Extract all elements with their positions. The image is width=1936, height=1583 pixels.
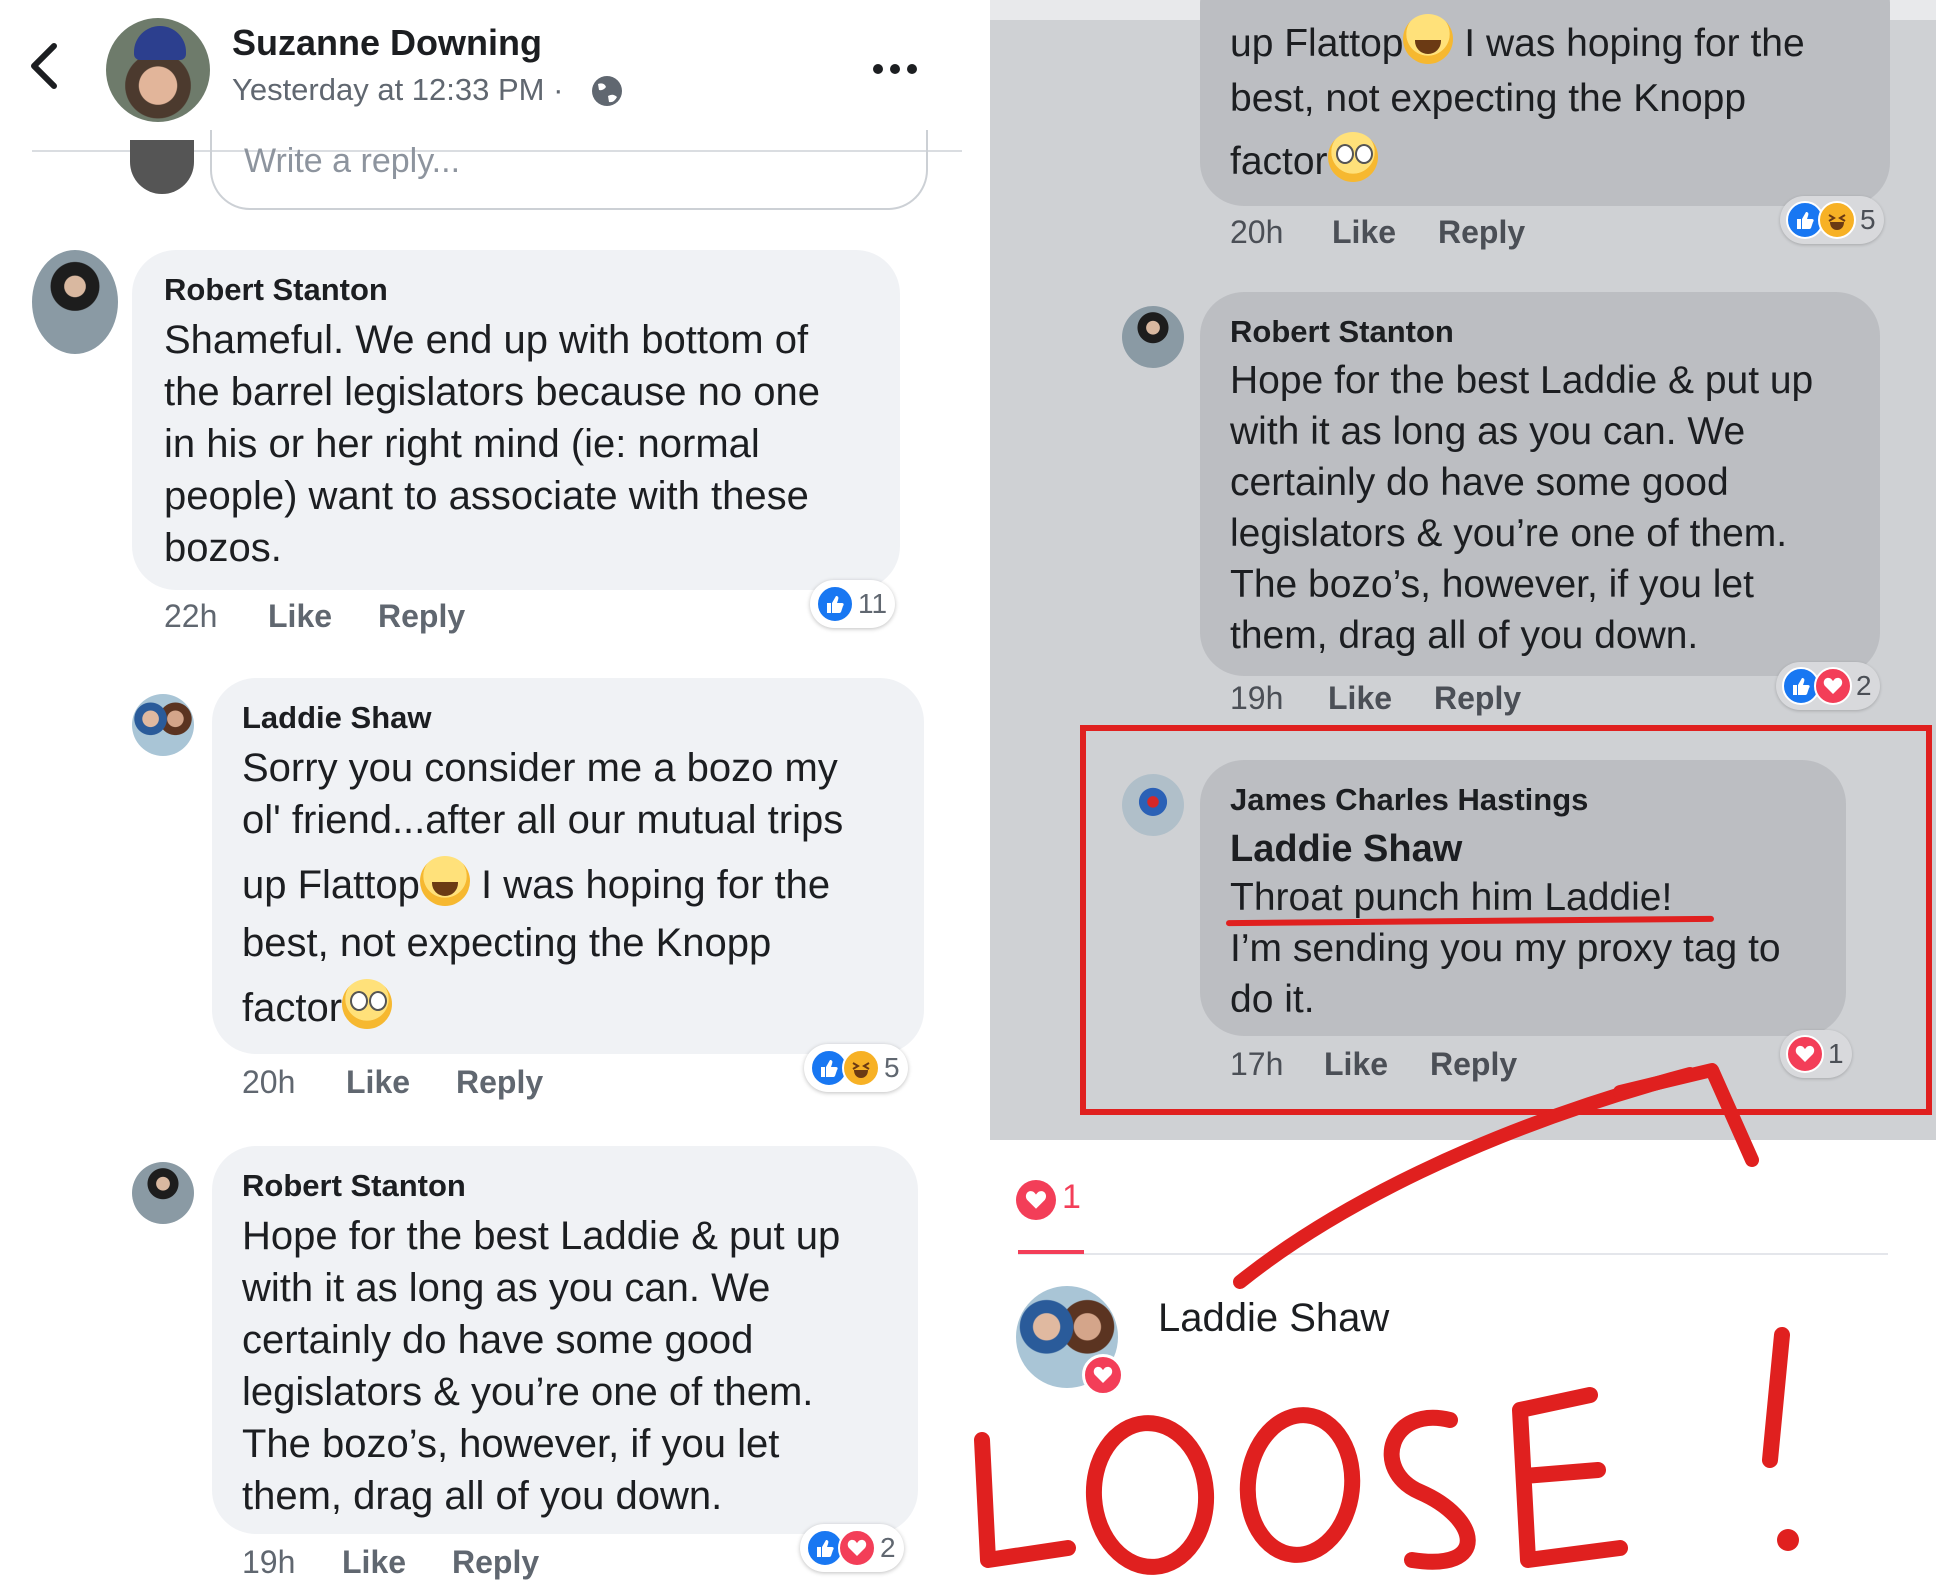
comment-time: 20h xyxy=(242,1064,296,1100)
reaction-count: 2 xyxy=(1856,670,1872,701)
comment-time: 20h xyxy=(1230,214,1284,250)
tab-divider xyxy=(1018,1253,1888,1255)
reaction-count: 5 xyxy=(884,1052,900,1083)
comment-line: legislators & you’re one of them. xyxy=(242,1370,814,1414)
reply-link[interactable]: Reply xyxy=(1434,680,1521,717)
comment-line: legislators & you’re one of them. xyxy=(1230,512,1788,555)
reply-link[interactable]: Reply xyxy=(452,1544,539,1581)
comment-line: bozos. xyxy=(164,526,282,570)
active-tab-indicator xyxy=(1018,1250,1084,1254)
reactor-name[interactable]: Laddie Shaw xyxy=(1158,1296,1389,1341)
comment-line: them, drag all of you down. xyxy=(1230,614,1699,657)
laughing-emoji-icon xyxy=(842,1049,880,1087)
like-link[interactable]: Like xyxy=(346,1064,410,1101)
reply-link[interactable]: Reply xyxy=(1438,214,1525,251)
comment-line: best, not expecting the Knopp xyxy=(1230,77,1747,120)
comment-author[interactable]: Laddie Shaw xyxy=(242,700,431,736)
reply-link[interactable]: Reply xyxy=(456,1064,543,1101)
comment-line: I was hoping for the xyxy=(1453,22,1805,65)
post-author-name[interactable]: Suzanne Downing xyxy=(232,22,542,64)
heart-icon xyxy=(1082,1354,1124,1396)
comment-author[interactable]: Robert Stanton xyxy=(242,1168,466,1204)
reaction-summary[interactable]: 11 xyxy=(810,580,896,628)
more-icon[interactable] xyxy=(870,54,920,84)
comment-line: best, not expecting the Knopp xyxy=(242,921,772,965)
robert-avatar[interactable] xyxy=(1122,306,1184,368)
reaction-summary[interactable]: 5 xyxy=(1780,196,1884,244)
comment-line: I was hoping for the xyxy=(469,863,831,907)
comment-text: Sorry you consider me a bozo my ol' frie… xyxy=(242,742,843,1034)
comment-line: Hope for the best Laddie & put up xyxy=(242,1214,841,1258)
comment-line: up Flattop xyxy=(1230,22,1404,65)
reaction-summary[interactable]: 2 xyxy=(1776,662,1880,710)
heart-icon xyxy=(1814,667,1852,705)
comment-time: 19h xyxy=(1230,680,1284,716)
reaction-summary[interactable]: 5 xyxy=(804,1044,908,1092)
laughing-emoji-icon xyxy=(1403,14,1454,64)
love-tab-count[interactable]: 1 xyxy=(1062,1178,1081,1217)
heart-icon[interactable] xyxy=(1016,1180,1056,1220)
laddie-avatar[interactable] xyxy=(132,694,194,756)
heart-icon xyxy=(838,1529,876,1567)
comment-line: in his or her right mind (ie: normal xyxy=(164,422,760,466)
comment-line: The bozo’s, however, if you let xyxy=(242,1422,780,1466)
like-link[interactable]: Like xyxy=(1328,680,1392,717)
laughing-emoji-icon xyxy=(419,856,470,906)
left-comment-thread: Suzanne Downing Yesterday at 12:33 PM · … xyxy=(0,0,965,1583)
robert-avatar[interactable] xyxy=(132,1162,194,1224)
reaction-count: 5 xyxy=(1860,204,1876,235)
thumbs-up-icon xyxy=(816,585,854,623)
reaction-summary[interactable]: 2 xyxy=(800,1524,904,1572)
reaction-count: 2 xyxy=(880,1532,896,1563)
comment-line: certainly do have some good xyxy=(242,1318,754,1362)
comment-line: certainly do have some good xyxy=(1230,461,1729,504)
comment-line: them, drag all of you down. xyxy=(242,1474,723,1518)
comment-line: Sorry you consider me a bozo my xyxy=(242,746,838,790)
comment-text: Shameful. We end up with bottom of the b… xyxy=(164,314,820,574)
comment-line: Hope for the best Laddie & put up xyxy=(1230,359,1814,402)
comment-text: up Flattop I was hoping for the best, no… xyxy=(1230,14,1805,187)
comment-line: the barrel legislators because no one xyxy=(164,370,820,414)
reply-link[interactable]: Reply xyxy=(378,598,465,635)
eye-roll-emoji-icon xyxy=(342,979,393,1029)
globe-icon xyxy=(590,74,624,108)
post-timestamp: Yesterday at 12:33 PM · xyxy=(232,72,564,107)
comment-time: 22h xyxy=(164,598,218,634)
comment-text: Hope for the best Laddie & put up with i… xyxy=(1230,355,1813,661)
comment-line: ol' friend...after all our mutual trips xyxy=(242,798,844,842)
reaction-count: 11 xyxy=(858,588,888,619)
comment-line: with it as long as you can. We xyxy=(242,1266,771,1310)
comment-line: people) want to associate with these xyxy=(164,474,809,518)
reactions-panel xyxy=(990,1140,1936,1583)
comment-line: factor xyxy=(242,986,343,1030)
like-link[interactable]: Like xyxy=(268,598,332,635)
laughing-emoji-icon xyxy=(1818,201,1856,239)
suzanne-avatar[interactable] xyxy=(106,18,210,122)
comment-line: The bozo’s, however, if you let xyxy=(1230,563,1754,606)
comment-line: with it as long as you can. We xyxy=(1230,410,1746,453)
reply-placeholder: Write a reply... xyxy=(244,142,461,180)
current-user-avatar xyxy=(130,140,194,194)
robert-avatar[interactable] xyxy=(32,250,118,354)
back-chevron-icon[interactable] xyxy=(24,38,64,94)
comment-author[interactable]: Robert Stanton xyxy=(164,272,388,308)
comment-time: 19h xyxy=(242,1544,296,1580)
comment-line: Shameful. We end up with bottom of xyxy=(164,318,809,362)
comment-author[interactable]: Robert Stanton xyxy=(1230,314,1454,350)
comment-text: Hope for the best Laddie & put up with i… xyxy=(242,1210,840,1522)
like-link[interactable]: Like xyxy=(342,1544,406,1581)
comment-line: up Flattop xyxy=(242,863,420,907)
eye-roll-emoji-icon xyxy=(1327,132,1378,182)
like-link[interactable]: Like xyxy=(1332,214,1396,251)
comment-line: factor xyxy=(1230,140,1328,183)
